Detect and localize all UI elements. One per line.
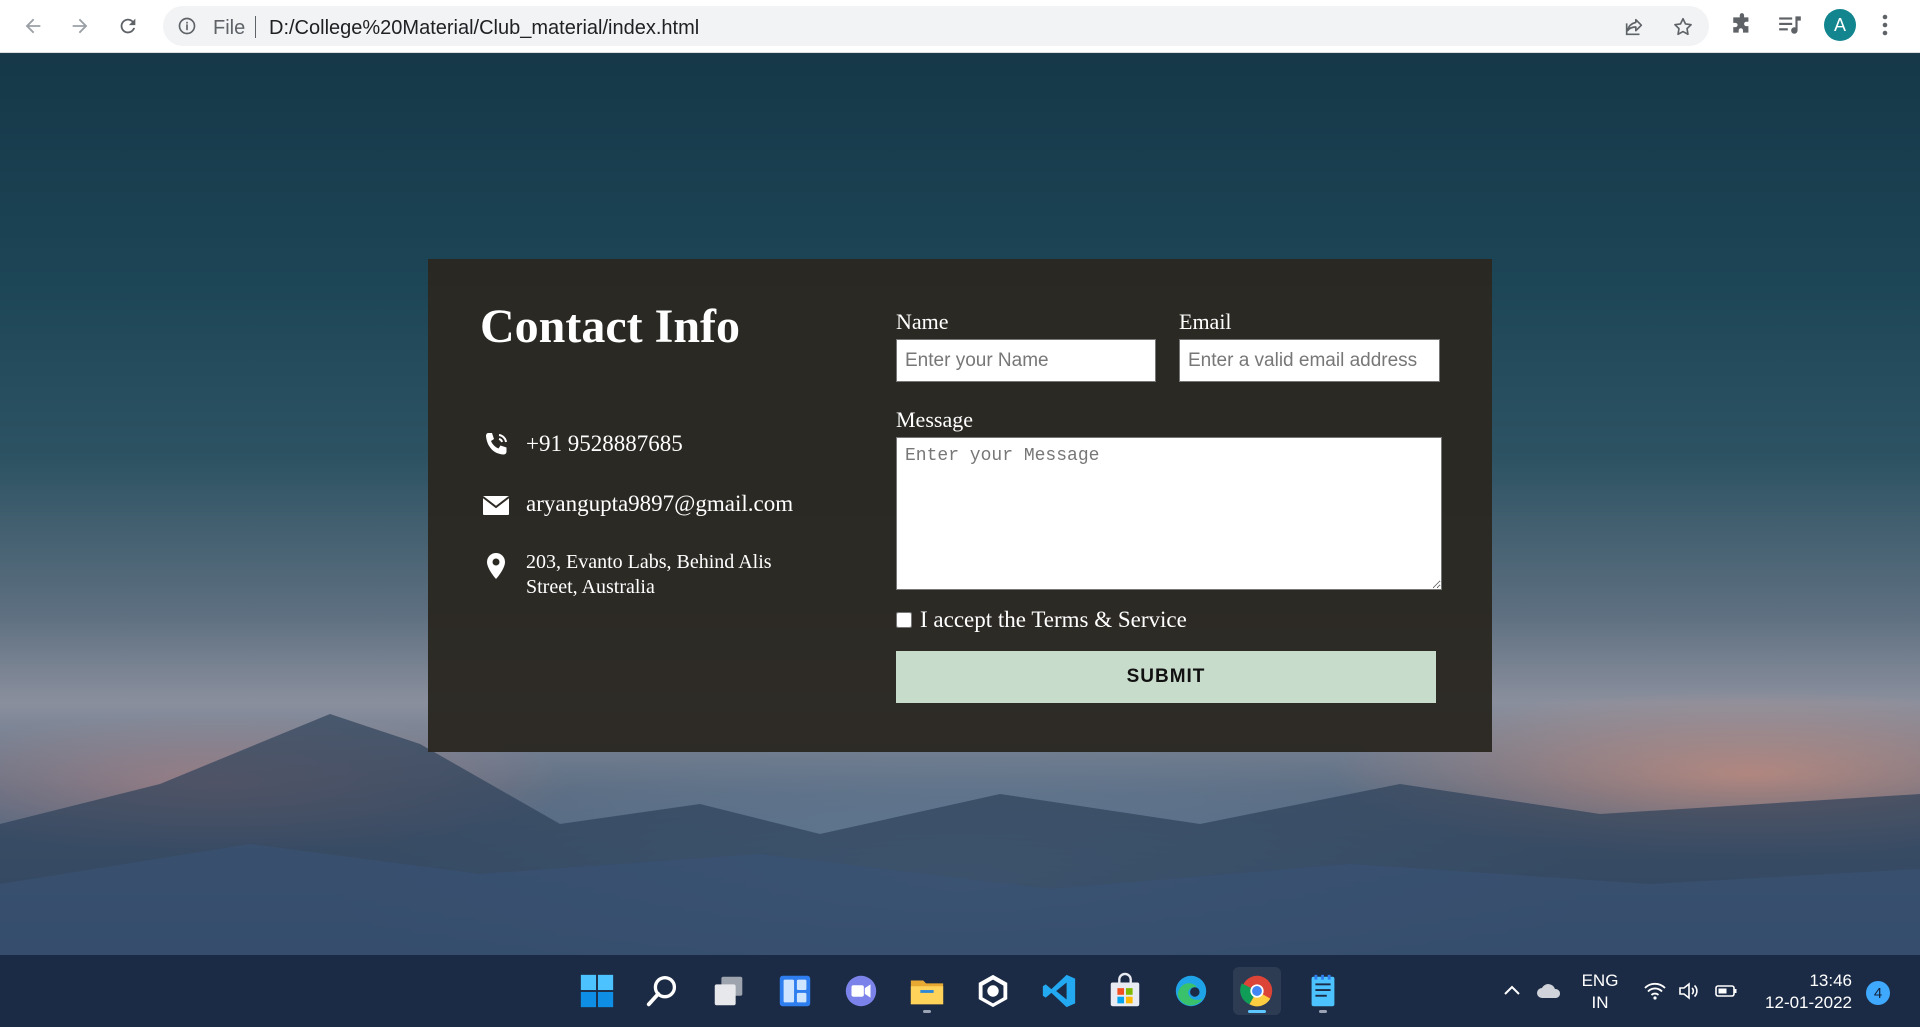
file-explorer-icon [910, 980, 944, 1005]
taskbar-task-view[interactable] [705, 967, 753, 1015]
email-text: aryangupta9897@gmail.com [526, 491, 794, 516]
taskbar-widgets[interactable] [771, 967, 819, 1015]
edge-icon [1175, 975, 1207, 1007]
terms-row: I accept the Terms & Service [896, 607, 1187, 633]
name-label: Name [896, 309, 949, 334]
widgets-icon [779, 975, 811, 1007]
phone-row: +91 9528887685 [480, 429, 683, 461]
windows-taskbar: ENG IN 13:46 12-01-2022 4 [0, 955, 1920, 1027]
clock-date: 12-01-2022 [1765, 993, 1852, 1012]
url-separator [255, 16, 256, 38]
forward-button[interactable] [63, 9, 97, 43]
url-text[interactable]: D:/College%20Material/Club_material/inde… [269, 17, 699, 40]
terms-checkbox[interactable] [896, 612, 912, 628]
taskbar-file-explorer[interactable] [903, 967, 951, 1015]
address-row: 203, Evanto Labs, Behind Alis Street, Au… [480, 550, 772, 600]
start-icon [580, 974, 614, 1008]
chrome-active-indicator [1248, 1010, 1266, 1013]
back-button[interactable] [16, 9, 50, 43]
github-desktop-icon [978, 974, 1008, 1008]
language-indicator[interactable]: ENG IN [1578, 970, 1622, 1014]
phone-icon [486, 433, 507, 455]
reload-icon [120, 18, 136, 34]
media-icon[interactable] [1777, 12, 1803, 38]
forward-icon [72, 18, 88, 34]
mail-icon [482, 496, 510, 515]
taskbar-store[interactable] [1101, 967, 1149, 1015]
taskbar-search[interactable] [639, 967, 687, 1015]
email-row: aryangupta9897@gmail.com [480, 489, 793, 521]
teams-chat-icon [845, 975, 877, 1007]
location-pin-icon [487, 553, 505, 579]
submit-button[interactable]: SUBMIT [896, 651, 1436, 703]
wifi-icon [1644, 982, 1666, 1000]
tray-wifi[interactable] [1643, 955, 1667, 1027]
url-scheme-label: File [213, 17, 246, 39]
taskbar-chrome[interactable] [1233, 967, 1281, 1015]
name-input[interactable] [896, 339, 1156, 382]
volume-icon [1679, 982, 1698, 1000]
taskbar-vscode[interactable] [1035, 967, 1083, 1015]
email-label: Email [1179, 309, 1232, 334]
store-icon [1110, 972, 1140, 1007]
message-label: Message [896, 407, 973, 432]
kebab-menu-icon[interactable] [1878, 12, 1892, 38]
vscode-icon [1042, 974, 1076, 1008]
notepad-running-indicator [1319, 1010, 1327, 1013]
tray-onedrive[interactable] [1535, 955, 1563, 1027]
browser-toolbar: File D:/College%20Material/Club_material… [0, 0, 1920, 53]
profile-avatar[interactable]: A [1824, 9, 1856, 41]
tray-overflow[interactable] [1500, 955, 1524, 1027]
cloud-icon [1537, 984, 1561, 998]
email-input[interactable] [1179, 339, 1440, 382]
page-viewport: Contact Info +91 9528887685 aryangupta98… [0, 54, 1920, 955]
language-line-2: IN [1591, 993, 1609, 1012]
system-clock[interactable]: 13:46 12-01-2022 [1756, 970, 1852, 1014]
message-textarea[interactable] [896, 437, 1442, 590]
language-line-1: ENG [1581, 971, 1619, 990]
notification-badge[interactable]: 4 [1866, 981, 1890, 1005]
share-icon[interactable] [1623, 16, 1645, 38]
contact-info-title: Contact Info [480, 300, 740, 353]
taskbar-edge[interactable] [1167, 967, 1215, 1015]
reload-button[interactable] [111, 9, 145, 43]
extensions-icon[interactable] [1730, 12, 1756, 38]
star-icon[interactable] [1672, 16, 1694, 38]
contact-card: Contact Info +91 9528887685 aryangupta98… [428, 259, 1492, 752]
address-line-1: 203, Evanto Labs, Behind Alis [526, 551, 772, 573]
taskbar-github-desktop[interactable] [969, 967, 1017, 1015]
taskbar-start[interactable] [573, 967, 621, 1015]
file-explorer-running-indicator [923, 1010, 931, 1013]
battery-icon [1715, 985, 1737, 997]
chevron-up-icon [1504, 985, 1520, 995]
clock-time: 13:46 [1809, 971, 1852, 990]
address-line-2: Street, Australia [526, 576, 655, 598]
taskbar-notepad[interactable] [1299, 967, 1347, 1015]
tray-volume[interactable] [1677, 955, 1701, 1027]
notepad-icon [1311, 974, 1335, 1007]
back-icon [25, 18, 41, 34]
task-view-icon [714, 976, 743, 1006]
taskbar-chat[interactable] [837, 967, 885, 1015]
address-bar[interactable]: File D:/College%20Material/Club_material… [163, 6, 1709, 46]
terms-label: I accept the Terms & Service [920, 607, 1187, 632]
address-text: 203, Evanto Labs, Behind Alis Street, Au… [526, 550, 772, 600]
phone-text: +91 9528887685 [526, 431, 683, 456]
tray-battery[interactable] [1714, 955, 1738, 1027]
info-icon[interactable] [177, 16, 197, 36]
search-icon [646, 976, 677, 1007]
chrome-icon [1240, 975, 1273, 1007]
